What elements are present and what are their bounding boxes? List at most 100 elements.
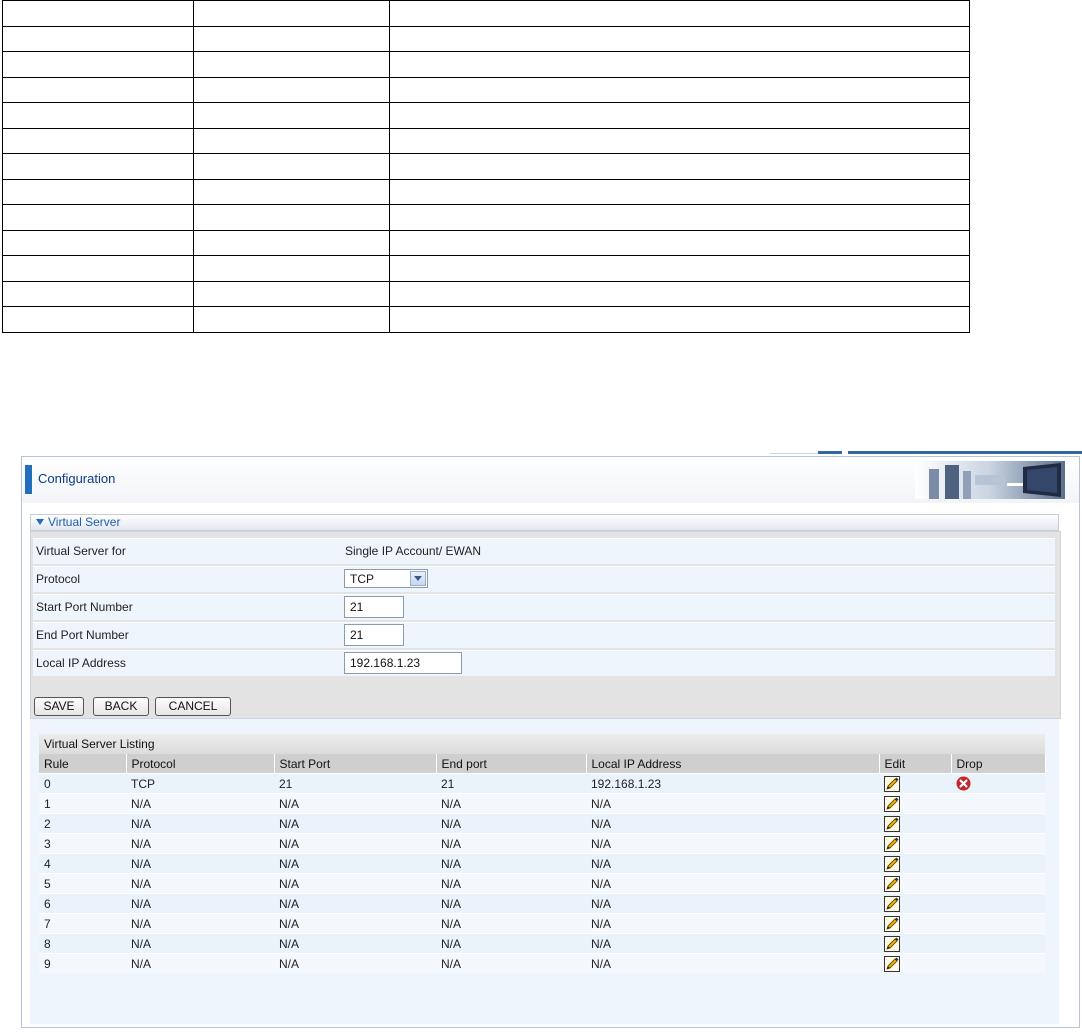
virtual-server-form: Virtual Server for Single IP Account/ EW… bbox=[30, 531, 1061, 719]
document-table-cell bbox=[389, 306, 970, 333]
document-table-cell bbox=[2, 280, 194, 307]
rule-cell: 5 bbox=[39, 873, 126, 894]
start-port-cell: N/A bbox=[274, 893, 436, 914]
virtual-server-listing-table: Virtual Server Listing Rule Protocol Sta… bbox=[39, 734, 1046, 973]
document-empty-table bbox=[2, 0, 970, 333]
rule-cell: 9 bbox=[39, 953, 126, 973]
protocol-cell: N/A bbox=[126, 933, 274, 954]
delete-x-icon[interactable] bbox=[956, 776, 971, 791]
edit-pencil-icon[interactable] bbox=[884, 815, 900, 832]
save-button[interactable]: SAVE bbox=[34, 697, 84, 716]
rule-cell: 3 bbox=[39, 833, 126, 854]
edit-pencil-icon[interactable] bbox=[884, 955, 900, 972]
local-ip-cell: 192.168.1.23 bbox=[586, 773, 879, 794]
document-table-cell bbox=[2, 102, 194, 129]
edit-pencil-icon[interactable] bbox=[884, 775, 900, 792]
edit-cell bbox=[879, 953, 951, 973]
start-port-cell: N/A bbox=[274, 933, 436, 954]
rule-cell: 6 bbox=[39, 893, 126, 914]
document-table-row bbox=[2, 102, 970, 129]
table-row: 9 N/A N/A N/A N/A bbox=[39, 953, 1045, 973]
protocol-select[interactable]: TCP bbox=[344, 569, 428, 588]
document-table-cell bbox=[389, 280, 970, 307]
end-port-cell: N/A bbox=[436, 873, 586, 894]
rule-cell: 7 bbox=[39, 913, 126, 934]
end-port-cell: N/A bbox=[436, 813, 586, 834]
section-title: Virtual Server bbox=[48, 515, 121, 529]
table-row: 5 N/A N/A N/A N/A bbox=[39, 873, 1045, 894]
protocol-cell: N/A bbox=[126, 913, 274, 934]
edit-cell bbox=[879, 793, 951, 814]
table-row: 0 TCP 21 21 192.168.1.23 bbox=[39, 773, 1045, 794]
start-port-input[interactable] bbox=[344, 596, 404, 618]
document-table-cell bbox=[389, 178, 970, 205]
start-port-cell: 21 bbox=[274, 773, 436, 794]
end-port-cell: N/A bbox=[436, 913, 586, 934]
document-table-cell bbox=[193, 102, 390, 129]
edit-pencil-icon[interactable] bbox=[884, 795, 900, 812]
edit-cell bbox=[879, 853, 951, 874]
document-table-cell bbox=[193, 153, 390, 180]
form-row-protocol: Protocol TCP bbox=[33, 566, 1055, 592]
header-accent-bar bbox=[25, 465, 32, 494]
document-table-cell bbox=[2, 178, 194, 205]
chevron-down-icon[interactable] bbox=[410, 571, 426, 586]
start-port-cell: N/A bbox=[274, 813, 436, 834]
column-header-edit: Edit bbox=[879, 754, 952, 774]
document-table-cell bbox=[389, 153, 970, 180]
edit-pencil-icon[interactable] bbox=[884, 855, 900, 872]
edit-cell bbox=[879, 813, 951, 834]
edit-pencil-icon[interactable] bbox=[884, 835, 900, 852]
end-port-cell: N/A bbox=[436, 893, 586, 914]
edit-pencil-icon[interactable] bbox=[884, 895, 900, 912]
back-button[interactable]: BACK bbox=[93, 697, 149, 716]
document-table-cell bbox=[389, 102, 970, 129]
document-table-cell bbox=[2, 255, 194, 282]
listing-title: Virtual Server Listing bbox=[39, 734, 1045, 754]
local-ip-input[interactable] bbox=[344, 652, 462, 674]
local-ip-cell: N/A bbox=[586, 853, 879, 874]
local-ip-cell: N/A bbox=[586, 813, 879, 834]
cancel-button[interactable]: CANCEL bbox=[155, 697, 231, 716]
document-table-cell bbox=[193, 178, 390, 205]
rule-cell: 8 bbox=[39, 933, 126, 954]
end-port-input[interactable] bbox=[344, 624, 404, 646]
drop-cell bbox=[951, 873, 1045, 894]
document-table-cell bbox=[389, 0, 970, 27]
collapse-triangle-icon[interactable] bbox=[36, 519, 44, 525]
column-header-drop: Drop bbox=[951, 754, 1046, 774]
document-table-cell bbox=[389, 51, 970, 78]
form-row-end-port: End Port Number bbox=[33, 622, 1055, 648]
document-table-cell bbox=[389, 229, 970, 256]
document-table-cell bbox=[193, 306, 390, 333]
edit-pencil-icon[interactable] bbox=[884, 935, 900, 952]
edit-cell bbox=[879, 893, 951, 914]
protocol-cell: N/A bbox=[126, 953, 274, 973]
local-ip-cell: N/A bbox=[586, 893, 879, 914]
document-table-cell bbox=[389, 255, 970, 282]
drop-cell bbox=[951, 913, 1045, 934]
start-port-cell: N/A bbox=[274, 853, 436, 874]
column-header-local-ip: Local IP Address bbox=[586, 754, 880, 774]
edit-pencil-icon[interactable] bbox=[884, 915, 900, 932]
document-table-cell bbox=[389, 204, 970, 231]
document-table-cell bbox=[2, 0, 194, 27]
edit-cell bbox=[879, 913, 951, 934]
rule-cell: 4 bbox=[39, 853, 126, 874]
column-header-protocol: Protocol bbox=[126, 754, 275, 774]
document-table-row bbox=[2, 229, 970, 256]
section-header-virtual-server[interactable]: Virtual Server bbox=[30, 514, 1059, 531]
document-table-cell bbox=[2, 204, 194, 231]
local-ip-cell: N/A bbox=[586, 953, 879, 973]
rule-cell: 1 bbox=[39, 793, 126, 814]
table-row: 2 N/A N/A N/A N/A bbox=[39, 813, 1045, 834]
local-ip-cell: N/A bbox=[586, 913, 879, 934]
protocol-cell: N/A bbox=[126, 813, 274, 834]
column-header-start-port: Start Port bbox=[274, 754, 437, 774]
edit-pencil-icon[interactable] bbox=[884, 875, 900, 892]
drop-cell bbox=[951, 933, 1045, 954]
document-table-cell bbox=[193, 204, 390, 231]
document-table-row bbox=[2, 306, 970, 333]
local-ip-cell: N/A bbox=[586, 873, 879, 894]
form-label: Local IP Address bbox=[36, 656, 126, 670]
